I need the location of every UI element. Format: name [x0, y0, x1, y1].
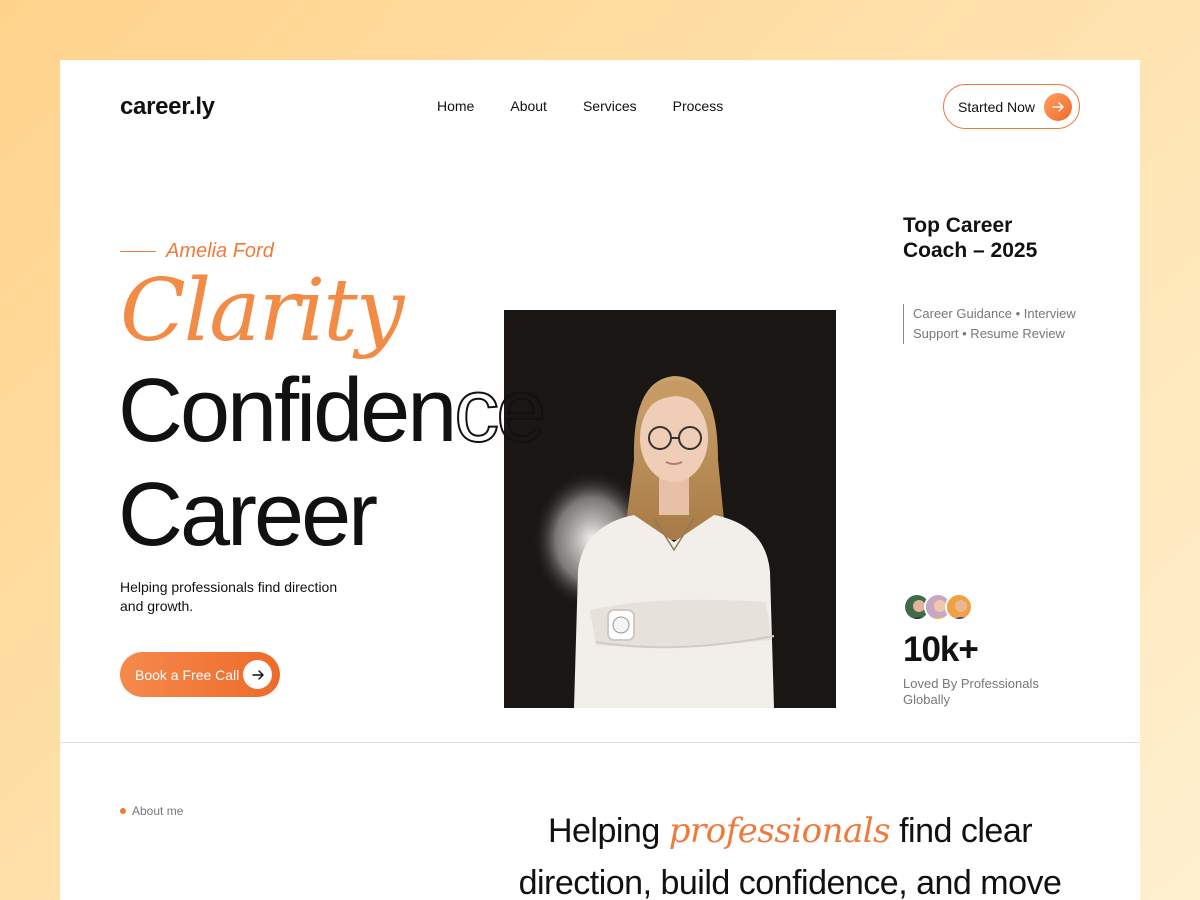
- main-nav: Home About Services Process: [437, 98, 759, 114]
- hero-word-confidence: Confidence: [118, 365, 547, 457]
- about-dot: [120, 808, 126, 814]
- nav-process[interactable]: Process: [673, 98, 724, 114]
- arrow-right-icon: [1044, 93, 1072, 121]
- about-heading-em: professionals: [668, 811, 891, 851]
- stat-value: 10k+: [903, 630, 979, 669]
- landing-card: career.ly Home About Services Process St…: [60, 60, 1140, 900]
- avatar: [945, 593, 973, 621]
- coach-name: Amelia Ford: [120, 240, 274, 263]
- nav-home[interactable]: Home: [437, 98, 474, 114]
- client-avatars: [903, 593, 973, 621]
- confidence-outline: ce: [453, 361, 547, 461]
- book-call-button[interactable]: Book a Free Call: [120, 652, 280, 697]
- nav-services[interactable]: Services: [583, 98, 637, 114]
- about-tag-label: About me: [132, 804, 184, 818]
- stat-label: Loved By Professionals Globally: [903, 676, 1039, 707]
- logo[interactable]: career.ly: [120, 93, 215, 121]
- coach-name-text: Amelia Ford: [166, 240, 274, 262]
- about-heading-before: Helping: [547, 812, 669, 850]
- section-divider: [60, 742, 1140, 743]
- confidence-solid: Confiden: [118, 361, 457, 461]
- about-heading: Helping professionals find clear directi…: [480, 805, 1100, 900]
- hero-word-career: Career: [118, 465, 378, 565]
- nav-about[interactable]: About: [510, 98, 547, 114]
- about-tag: About me: [120, 804, 183, 818]
- hero-word-clarity: Clarity: [120, 261, 404, 361]
- award-title: Top Career Coach – 2025: [903, 214, 1038, 262]
- hero-description: Helping professionals find direction and…: [120, 579, 338, 614]
- name-dash: [120, 251, 156, 252]
- started-now-button[interactable]: Started Now: [943, 84, 1080, 129]
- coach-portrait: [504, 310, 836, 708]
- arrow-right-icon: [243, 660, 272, 689]
- started-now-label: Started Now: [958, 98, 1036, 115]
- book-call-label: Book a Free Call: [135, 666, 240, 683]
- services-list: Career Guidance • Interview Support • Re…: [903, 304, 1083, 344]
